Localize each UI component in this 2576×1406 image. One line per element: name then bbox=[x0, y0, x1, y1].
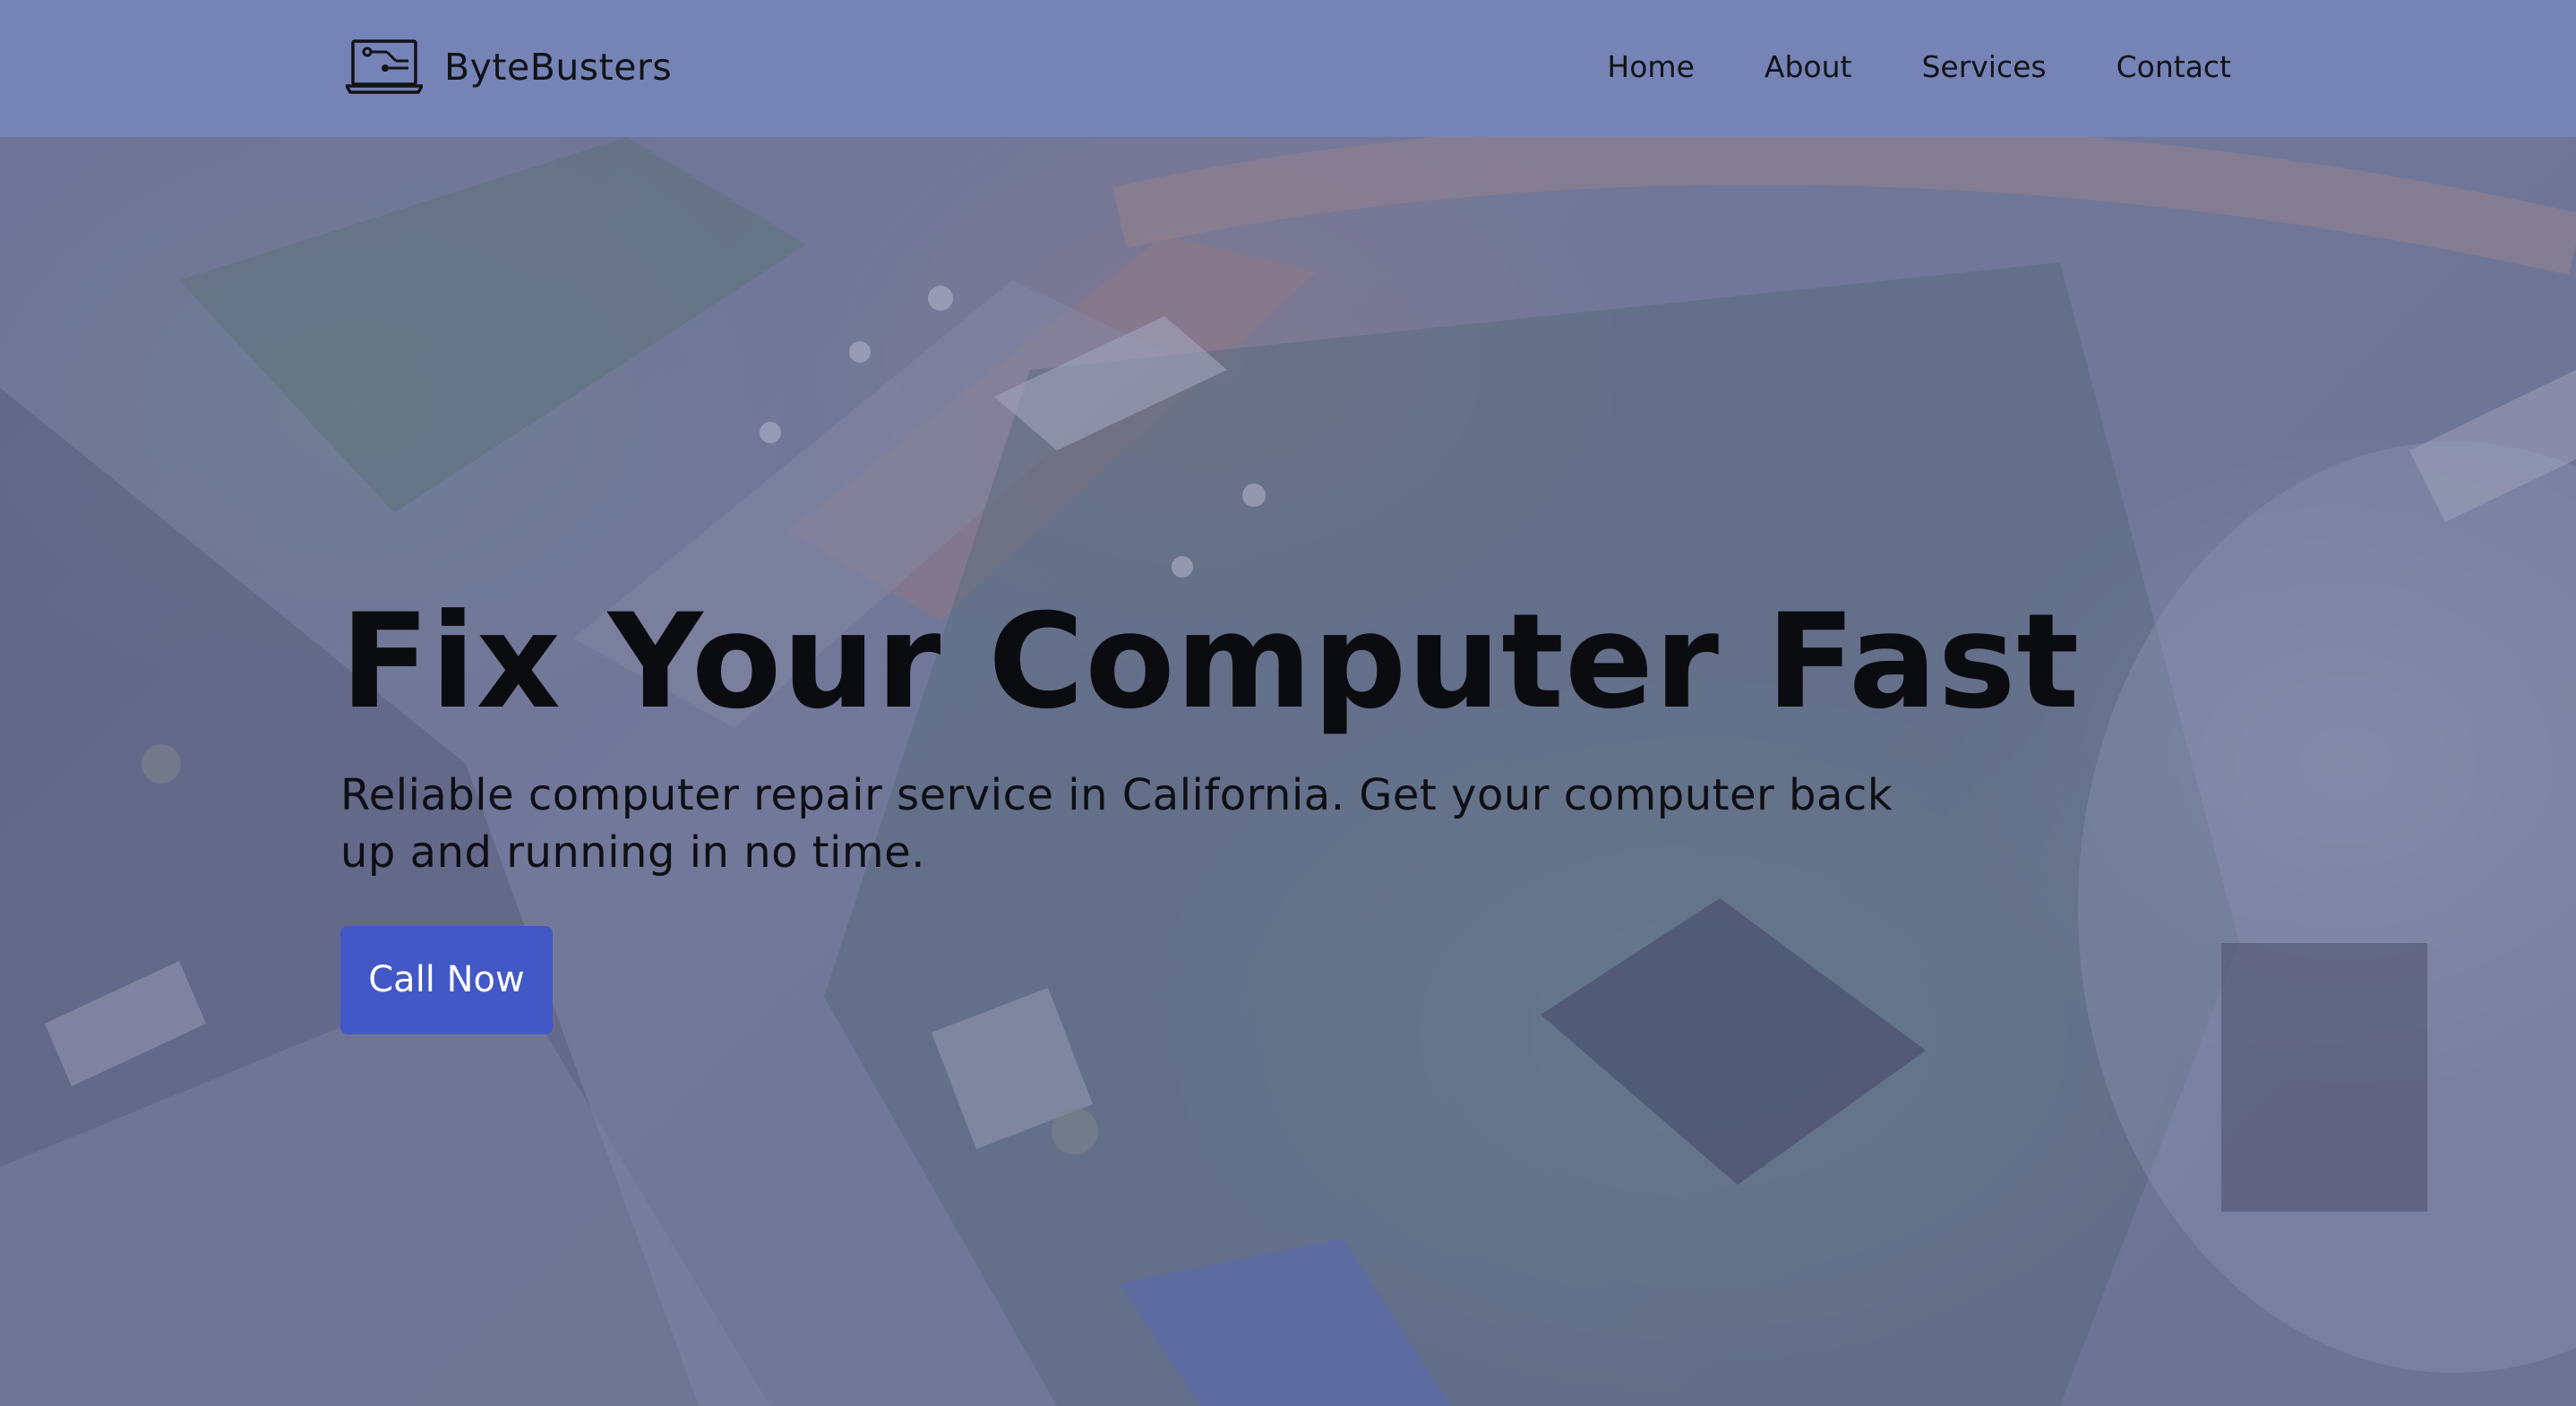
hero-content: Fix Your Computer Fast Reliable computer… bbox=[340, 586, 2081, 1035]
nav-link-home[interactable]: Home bbox=[1607, 49, 1694, 84]
main-nav: Home About Services Contact bbox=[1607, 43, 2231, 90]
nav-link-services[interactable]: Services bbox=[1921, 49, 2046, 84]
brand[interactable]: ByteBusters bbox=[346, 36, 672, 99]
nav-link-about[interactable]: About bbox=[1765, 49, 1852, 84]
call-now-button[interactable]: Call Now bbox=[340, 926, 553, 1035]
laptop-repair-icon bbox=[346, 39, 423, 94]
hero-subtitle: Reliable computer repair service in Cali… bbox=[340, 770, 1893, 879]
hero-title: Fix Your Computer Fast bbox=[340, 586, 2081, 738]
nav-link-contact[interactable]: Contact bbox=[2117, 49, 2231, 84]
hero-section: Fix Your Computer Fast Reliable computer… bbox=[0, 137, 2576, 1406]
site-header: ByteBusters Home About Services Contact bbox=[0, 0, 2576, 137]
brand-name: ByteBusters bbox=[444, 46, 673, 89]
